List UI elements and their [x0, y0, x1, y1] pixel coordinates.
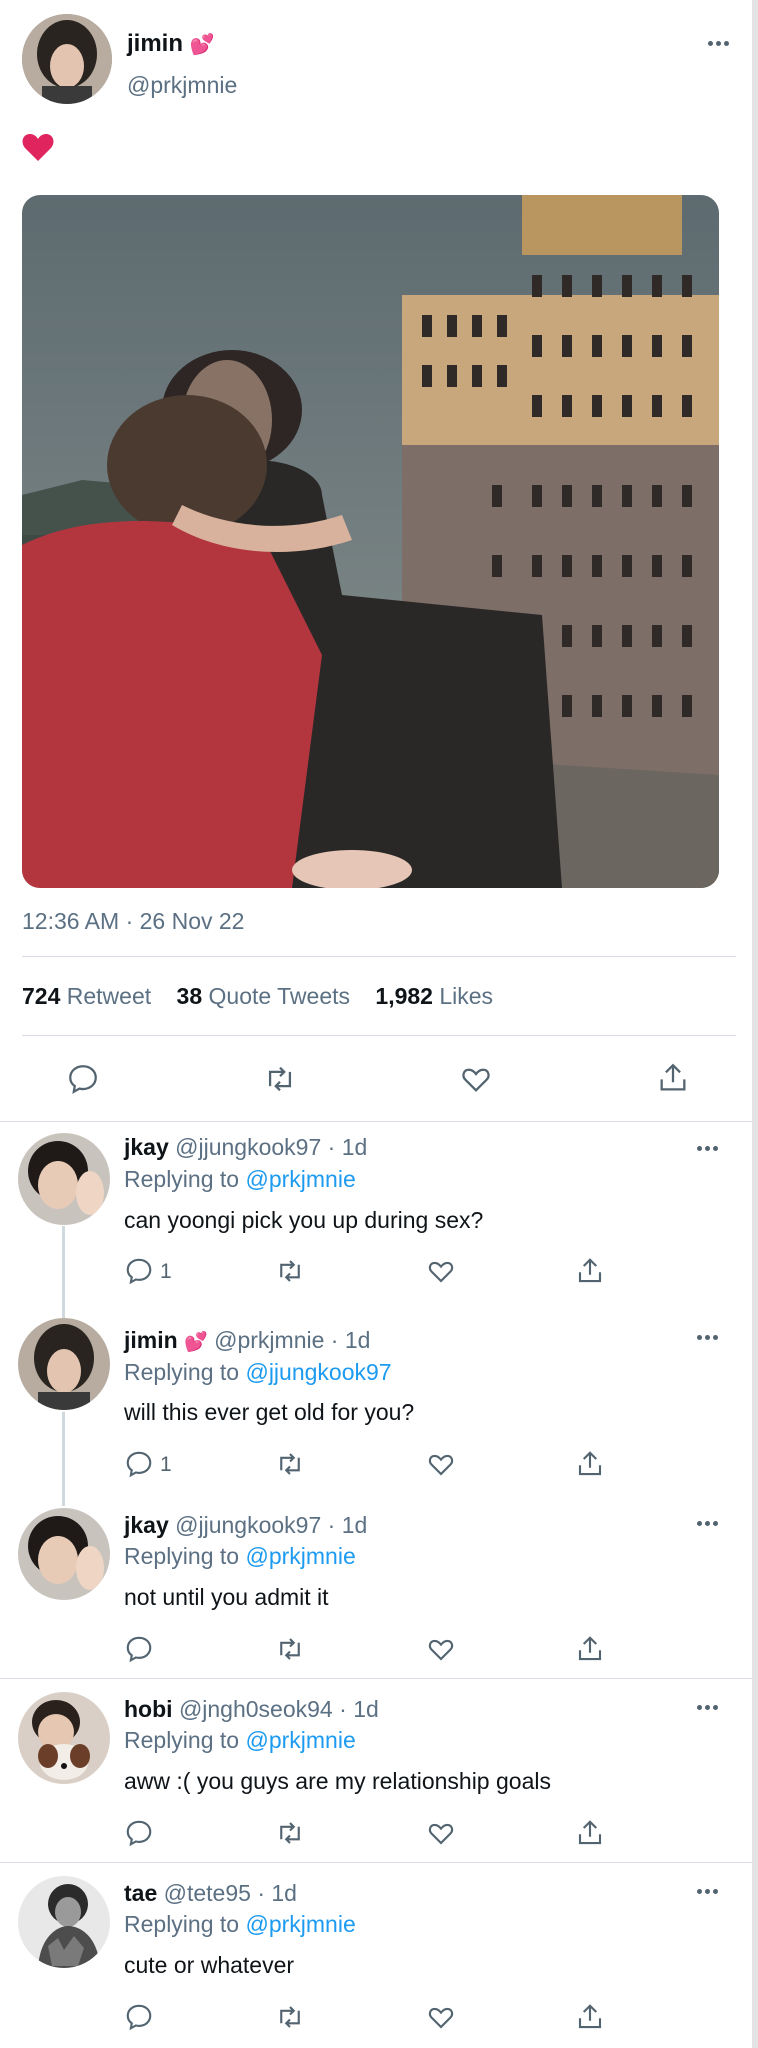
replying-to-link[interactable]: @prkjmnie [245, 1727, 355, 1753]
reply-text: can yoongi pick you up during sex? [124, 1207, 484, 1233]
retweet-icon[interactable] [274, 1818, 306, 1848]
retweet-icon[interactable] [262, 1062, 298, 1096]
share-icon[interactable] [656, 1060, 690, 1096]
replying-to-link[interactable]: @prkjmnie [245, 1911, 355, 1937]
hearts-emoji: 💕 [189, 34, 215, 56]
author-name[interactable]: jimin 💕 [127, 30, 215, 58]
share-icon[interactable] [575, 2001, 605, 2033]
more-options-icon[interactable] [697, 1520, 721, 1528]
more-options-icon[interactable] [708, 40, 732, 48]
reply-text: not until you admit it [124, 1584, 329, 1610]
author-avatar[interactable] [22, 14, 112, 104]
reply-avatar[interactable] [18, 1692, 110, 1784]
divider [22, 1035, 736, 1036]
replying-to: Replying to @jjungkook97 [124, 1359, 392, 1385]
reply-author-handle[interactable]: @prkjmnie [214, 1327, 324, 1353]
reply-icon[interactable] [124, 2002, 154, 2032]
divider [0, 1862, 752, 1863]
more-options-icon[interactable] [697, 1704, 721, 1712]
reply-author-handle[interactable]: @tete95 [164, 1880, 251, 1906]
reply-header: hobi @jngh0seok94 · 1d [124, 1696, 379, 1722]
reply-count: 1 [160, 1260, 172, 1283]
reply-author-handle[interactable]: @jjungkook97 [175, 1512, 321, 1538]
share-icon[interactable] [575, 1255, 605, 1287]
reply-header: tae @tete95 · 1d [124, 1880, 297, 1906]
reply-age: 1d [344, 1327, 371, 1353]
replying-to: Replying to @prkjmnie [124, 1543, 356, 1569]
share-icon[interactable] [575, 1448, 605, 1480]
like-icon[interactable] [425, 2002, 457, 2032]
tweet-media-image[interactable] [22, 195, 719, 888]
reply-age: 1d [341, 1134, 368, 1160]
reply-author-handle[interactable]: @jngh0seok94 [179, 1696, 333, 1722]
replying-to-link[interactable]: @prkjmnie [245, 1166, 355, 1192]
reply-author-name[interactable]: jimin [124, 1327, 178, 1353]
reply-age: 1d [341, 1512, 368, 1538]
retweet-icon[interactable] [274, 2002, 306, 2032]
hearts-emoji: 💕 [184, 1332, 208, 1353]
share-icon[interactable] [575, 1817, 605, 1849]
reply-author-handle[interactable]: @jjungkook97 [175, 1134, 321, 1160]
more-options-icon[interactable] [697, 1145, 721, 1153]
likes-stat[interactable]: 1,982 Likes [375, 983, 493, 1009]
tweet-text-heart-emoji [22, 132, 54, 167]
reply-age: 1d [271, 1880, 297, 1906]
like-icon[interactable] [425, 1449, 457, 1479]
divider [0, 1678, 752, 1679]
divider [22, 956, 736, 957]
retweet-icon[interactable] [274, 1256, 306, 1286]
retweet-icon[interactable] [274, 1449, 306, 1479]
author-handle[interactable]: @prkjmnie [127, 72, 237, 99]
reply-icon[interactable] [124, 1634, 154, 1664]
replying-to: Replying to @prkjmnie [124, 1166, 356, 1192]
reply-header: jkay @jjungkook97 · 1d [124, 1512, 368, 1538]
like-icon[interactable] [425, 1818, 457, 1848]
reply-avatar[interactable] [18, 1133, 110, 1225]
reply-author-name[interactable]: hobi [124, 1696, 173, 1722]
thread-line [62, 1226, 65, 1320]
right-edge [752, 0, 758, 2048]
reply-avatar[interactable] [18, 1876, 110, 1968]
reply-text: aww :( you guys are my relationship goal… [124, 1768, 551, 1794]
more-options-icon[interactable] [697, 1334, 721, 1342]
reply-count: 1 [160, 1453, 172, 1476]
divider [0, 1121, 752, 1122]
tweet-timestamp[interactable]: 12:36 AM · 26 Nov 22 [22, 908, 244, 935]
reply-header: jimin 💕 @prkjmnie · 1d [124, 1327, 371, 1353]
reply-avatar[interactable] [18, 1318, 110, 1410]
replying-to-link[interactable]: @jjungkook97 [245, 1359, 391, 1385]
reply-author-name[interactable]: jkay [124, 1134, 169, 1160]
tweet-stats: 724 Retweet 38 Quote Tweets 1,982 Likes [22, 983, 493, 1010]
like-icon[interactable] [458, 1062, 494, 1096]
replying-to-link[interactable]: @prkjmnie [245, 1543, 355, 1569]
reply-text: will this ever get old for you? [124, 1399, 415, 1425]
reply-icon[interactable] [124, 1256, 154, 1286]
more-options-icon[interactable] [697, 1888, 721, 1896]
reply-icon[interactable] [66, 1062, 100, 1096]
replying-to: Replying to @prkjmnie [124, 1911, 356, 1937]
like-icon[interactable] [425, 1634, 457, 1664]
reply-author-name[interactable]: tae [124, 1880, 157, 1906]
replying-to: Replying to @prkjmnie [124, 1727, 356, 1753]
reply-header: jkay @jjungkook97 · 1d [124, 1134, 368, 1160]
quote-tweets-stat[interactable]: 38 Quote Tweets [177, 983, 350, 1009]
share-icon[interactable] [575, 1633, 605, 1665]
reply-icon[interactable] [124, 1818, 154, 1848]
retweet-stat[interactable]: 724 Retweet [22, 983, 151, 1009]
reply-age: 1d [353, 1696, 379, 1722]
retweet-icon[interactable] [274, 1634, 306, 1664]
reply-author-name[interactable]: jkay [124, 1512, 169, 1538]
thread-line [62, 1412, 65, 1506]
reply-icon[interactable] [124, 1449, 154, 1479]
like-icon[interactable] [425, 1256, 457, 1286]
reply-avatar[interactable] [18, 1508, 110, 1600]
reply-text: cute or whatever [124, 1952, 295, 1978]
